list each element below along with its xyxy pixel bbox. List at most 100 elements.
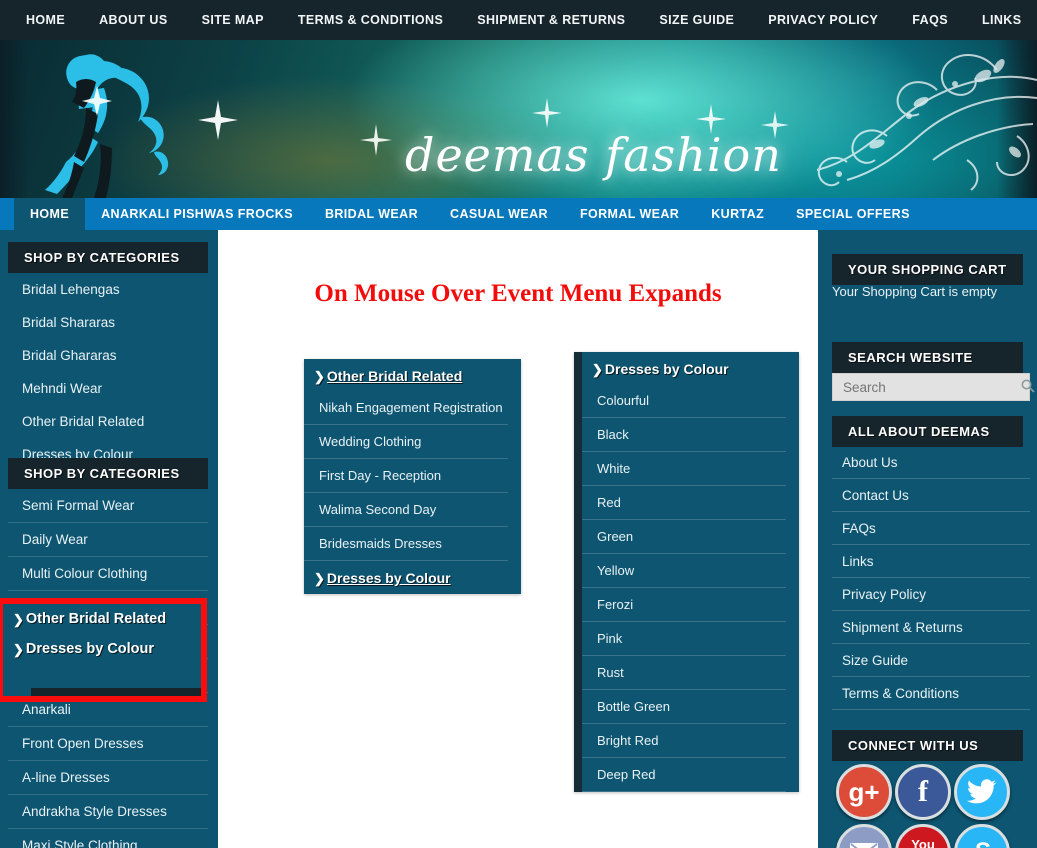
list-item[interactable]: Ferozi <box>582 588 799 622</box>
sidebar-item-a-line-dresses[interactable]: A-line Dresses <box>8 761 208 795</box>
list-item[interactable]: A-line Dresses <box>8 761 208 795</box>
top-nav-item-privacy-policy[interactable]: PRIVACY POLICY <box>768 13 878 27</box>
menu-item-black[interactable]: Black <box>582 418 786 452</box>
email-icon[interactable] <box>836 824 892 848</box>
about-item-size-guide[interactable]: Size Guide <box>832 644 1030 677</box>
list-item[interactable]: Daily Wear <box>8 523 208 557</box>
list-item[interactable]: Green <box>582 520 799 554</box>
sidebar-item-daily-wear[interactable]: Daily Wear <box>8 523 208 557</box>
search-input[interactable] <box>833 379 1020 395</box>
google-plus-icon[interactable]: g+ <box>836 764 892 820</box>
list-item[interactable]: Terms & Conditions <box>832 677 1030 710</box>
list-item[interactable]: White <box>582 452 799 486</box>
list-item[interactable]: FAQs <box>832 512 1030 545</box>
main-nav-item-anarkali-pishwas-frocks[interactable]: ANARKALI PISHWAS FROCKS <box>85 198 309 230</box>
menu-item-red[interactable]: Red <box>582 486 786 520</box>
list-item[interactable]: Black <box>582 418 799 452</box>
main-nav-item-home[interactable]: HOME <box>14 198 86 230</box>
sidebar-item-other-bridal-related[interactable]: Other Bridal Related <box>8 405 208 438</box>
list-item[interactable]: Maxi Style Clothing <box>8 829 208 848</box>
menu-item-nikah-engagement-registration[interactable]: Nikah Engagement Registration <box>304 391 508 425</box>
sidebar-item-andrakha-style-dresses[interactable]: Andrakha Style Dresses <box>8 795 208 829</box>
sidebar-item-front-open-dresses[interactable]: Front Open Dresses <box>8 727 208 761</box>
top-nav-item-links[interactable]: LINKS <box>982 13 1022 27</box>
top-nav-item-about-us[interactable]: ABOUT US <box>99 13 167 27</box>
list-item[interactable]: Front Open Dresses <box>8 727 208 761</box>
sidebar-item-semi-formal-wear[interactable]: Semi Formal Wear <box>8 489 208 523</box>
list-item[interactable]: Yellow <box>582 554 799 588</box>
menu-item-bridesmaids-dresses[interactable]: Bridesmaids Dresses <box>304 527 508 561</box>
list-item[interactable]: Wedding Clothing <box>304 425 521 459</box>
about-item-terms-conditions[interactable]: Terms & Conditions <box>832 677 1030 710</box>
menu-item-ferozi[interactable]: Ferozi <box>582 588 786 622</box>
list-item[interactable]: Bright Red <box>582 724 799 758</box>
menu-item-walima-second-day[interactable]: Walima Second Day <box>304 493 508 527</box>
dropdown-header-other-bridal-related[interactable]: ❯ Other Bridal Related <box>304 359 521 391</box>
top-nav-item-site-map[interactable]: SITE MAP <box>202 13 264 27</box>
main-nav-item-casual-wear[interactable]: CASUAL WEAR <box>434 198 564 230</box>
list-item[interactable]: Contact Us <box>832 479 1030 512</box>
twitter-icon[interactable] <box>954 764 1010 820</box>
about-item-links[interactable]: Links <box>832 545 1030 578</box>
list-item[interactable]: Multi Colour Clothing <box>8 557 208 591</box>
facebook-icon[interactable]: f <box>895 764 951 820</box>
top-nav-item-size-guide[interactable]: SIZE GUIDE <box>659 13 734 27</box>
about-item-shipment-returns[interactable]: Shipment & Returns <box>832 611 1030 644</box>
sidebar-item-maxi-style-clothing[interactable]: Maxi Style Clothing <box>8 829 208 848</box>
main-nav-item-kurtaz[interactable]: KURTAZ <box>695 198 780 230</box>
list-item[interactable]: Bridal Ghararas <box>8 339 208 372</box>
sidebar-item-bridal-lehengas[interactable]: Bridal Lehengas <box>8 273 208 306</box>
main-nav-item-formal-wear[interactable]: FORMAL WEAR <box>564 198 695 230</box>
search-box[interactable] <box>832 373 1035 401</box>
menu-item-bright-red[interactable]: Bright Red <box>582 724 786 758</box>
about-item-faqs[interactable]: FAQs <box>832 512 1030 545</box>
top-nav-item-home[interactable]: HOME <box>26 13 65 27</box>
list-item[interactable]: Other Bridal Related <box>8 405 208 438</box>
menu-item-first-day-reception[interactable]: First Day - Reception <box>304 459 508 493</box>
list-item[interactable]: Walima Second Day <box>304 493 521 527</box>
menu-item-pink[interactable]: Pink <box>582 622 786 656</box>
list-item[interactable]: Privacy Policy <box>832 578 1030 611</box>
list-item[interactable]: Bottle Green <box>582 690 799 724</box>
menu-item-rust[interactable]: Rust <box>582 656 786 690</box>
list-item[interactable]: Bridesmaids Dresses <box>304 527 521 561</box>
menu-item-yellow[interactable]: Yellow <box>582 554 786 588</box>
list-item[interactable]: Rust <box>582 656 799 690</box>
sidebar-item-bridal-shararas[interactable]: Bridal Shararas <box>8 306 208 339</box>
dropdown-header-dresses-by-colour[interactable]: ❯ Dresses by Colour <box>582 352 799 384</box>
list-item[interactable]: Nikah Engagement Registration <box>304 391 521 425</box>
list-item[interactable]: Mehndi Wear <box>8 372 208 405</box>
list-item[interactable]: About Us <box>832 446 1030 479</box>
menu-item-wedding-clothing[interactable]: Wedding Clothing <box>304 425 508 459</box>
main-nav-item-bridal-wear[interactable]: BRIDAL WEAR <box>309 198 434 230</box>
top-nav-item-terms-conditions[interactable]: TERMS & CONDITIONS <box>298 13 443 27</box>
about-item-contact-us[interactable]: Contact Us <box>832 479 1030 512</box>
magnifier-icon[interactable] <box>1020 378 1036 397</box>
list-item[interactable]: Shipment & Returns <box>832 611 1030 644</box>
main-nav-item-special-offers[interactable]: SPECIAL OFFERS <box>780 198 926 230</box>
list-item[interactable]: Deep Red <box>582 758 799 792</box>
dropdown-footer-dresses-by-colour[interactable]: ❯ Dresses by Colour <box>304 561 521 594</box>
sidebar-item-bridal-ghararas[interactable]: Bridal Ghararas <box>8 339 208 372</box>
list-item[interactable]: Bridal Shararas <box>8 306 208 339</box>
sidebar-item-multi-colour-clothing[interactable]: Multi Colour Clothing <box>8 557 208 591</box>
list-item[interactable]: Colourful <box>582 384 799 418</box>
about-item-privacy-policy[interactable]: Privacy Policy <box>832 578 1030 611</box>
skype-icon[interactable]: S <box>954 824 1010 848</box>
sidebar-item-mehndi-wear[interactable]: Mehndi Wear <box>8 372 208 405</box>
list-item[interactable]: Red <box>582 486 799 520</box>
menu-item-deep-red[interactable]: Deep Red <box>582 758 786 792</box>
top-nav-item-shipment-returns[interactable]: SHIPMENT & RETURNS <box>477 13 625 27</box>
top-nav-item-faqs[interactable]: FAQS <box>912 13 948 27</box>
menu-item-bottle-green[interactable]: Bottle Green <box>582 690 786 724</box>
menu-item-colourful[interactable]: Colourful <box>582 384 786 418</box>
list-item[interactable]: Andrakha Style Dresses <box>8 795 208 829</box>
list-item[interactable]: Size Guide <box>832 644 1030 677</box>
about-item-about-us[interactable]: About Us <box>832 446 1030 479</box>
list-item[interactable]: Bridal Lehengas <box>8 273 208 306</box>
list-item[interactable]: Semi Formal Wear <box>8 489 208 523</box>
menu-item-green[interactable]: Green <box>582 520 786 554</box>
youtube-icon[interactable]: You Tube <box>895 824 951 848</box>
list-item[interactable]: First Day - Reception <box>304 459 521 493</box>
list-item[interactable]: Links <box>832 545 1030 578</box>
